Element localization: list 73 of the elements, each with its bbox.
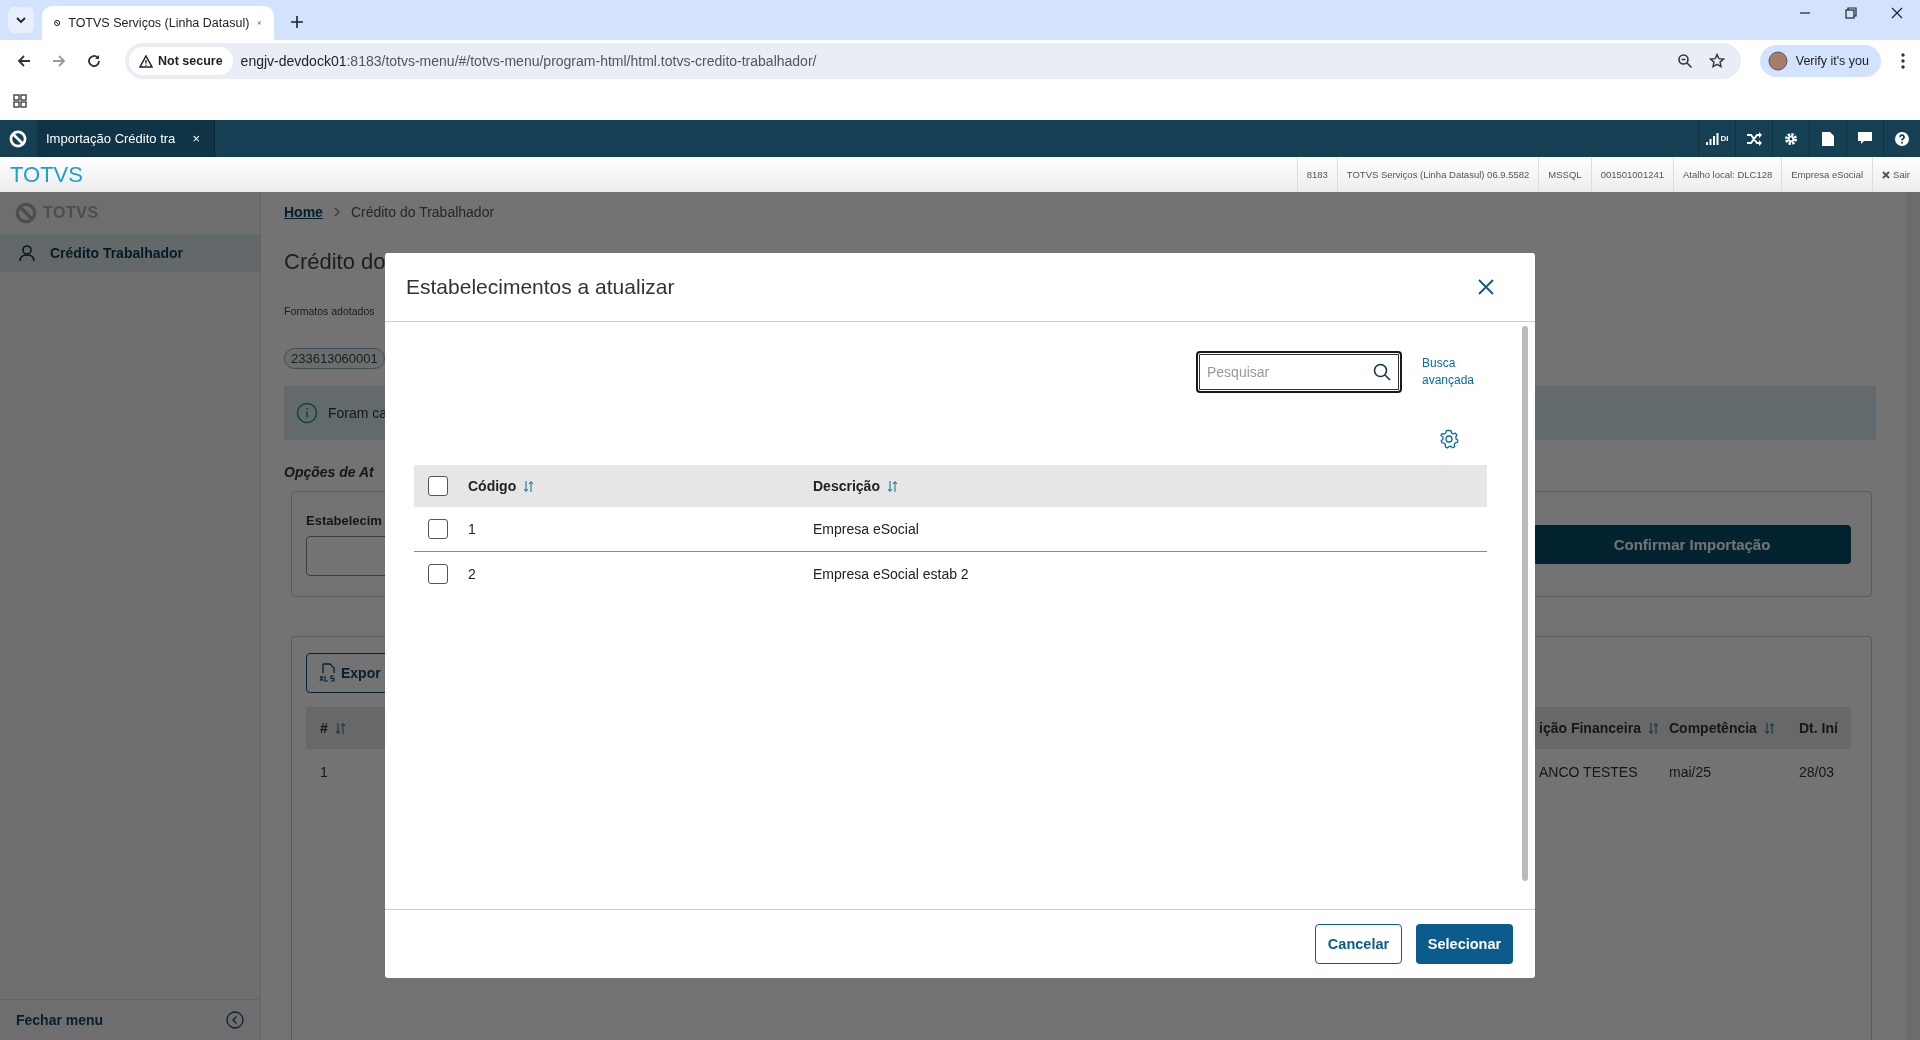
- settings-icon[interactable]: [1439, 429, 1459, 449]
- plus-icon[interactable]: [290, 15, 304, 29]
- table-cell: Empresa eSocial estab 2: [813, 566, 969, 582]
- select-button[interactable]: Selecionar: [1416, 924, 1513, 964]
- collapse-icon[interactable]: [226, 1011, 244, 1029]
- table-cell-text: 2: [468, 566, 477, 582]
- column-header[interactable]: Descrição: [813, 478, 897, 494]
- kebab-menu-icon[interactable]: [1900, 52, 1906, 70]
- person-icon: [18, 244, 36, 262]
- settings-icon: [1784, 131, 1798, 146]
- table-cell-text: 1: [468, 521, 477, 537]
- formats-note: Formatos adotados: [284, 305, 375, 317]
- signal-icon: [1705, 132, 1719, 145]
- info-icon: [296, 402, 318, 424]
- url-text: engjv-devdock01:8183/totvs-menu/#/totvs-menu/program-html/html.totvs-credito-trabalhador/: [240, 53, 817, 69]
- chevron-down-icon: [15, 14, 27, 26]
- column-header[interactable]: Código: [468, 478, 813, 494]
- field-label: Estabelecim: [306, 512, 383, 528]
- security-chip[interactable]: Not secure: [129, 47, 233, 75]
- warning-icon: [139, 54, 153, 68]
- forward-icon[interactable]: [51, 53, 67, 69]
- sort-icon: [1648, 722, 1658, 734]
- advanced-search-link[interactable]: Busca avançada: [1422, 355, 1482, 389]
- sort-icon: [887, 480, 897, 492]
- row-checkbox[interactable]: [428, 564, 448, 584]
- scrollbar[interactable]: [1522, 326, 1528, 881]
- breadcrumb-link[interactable]: Home: [284, 204, 323, 220]
- reload-icon[interactable]: [86, 53, 102, 69]
- brand-name: TOTVS: [9, 161, 83, 188]
- close-icon[interactable]: [1478, 279, 1494, 295]
- browser-tab[interactable]: TOTVS Serviços (Linha Datasul): [42, 6, 274, 40]
- tab-title: TOTVS Serviços (Linha Datasul): [68, 16, 250, 30]
- profile-button[interactable]: Verify it's you: [1759, 45, 1881, 77]
- avatar-icon: [1767, 51, 1788, 71]
- program-tab[interactable]: Importação Crédito tra ×: [37, 120, 215, 157]
- section-title: Opções de At: [284, 464, 374, 480]
- table-cell: 1: [320, 764, 328, 780]
- chip: 233613060001: [284, 348, 385, 369]
- close-icon[interactable]: [1891, 7, 1903, 19]
- xls-file-icon: [319, 663, 337, 683]
- sort-icon: [524, 480, 534, 492]
- sort-icon: [1764, 722, 1774, 734]
- close-icon: [1882, 170, 1891, 179]
- back-icon[interactable]: [16, 53, 32, 69]
- apps-grid-icon[interactable]: [13, 94, 27, 108]
- search-icon[interactable]: [1373, 363, 1391, 381]
- logo-icon: [9, 129, 27, 148]
- shuffle-icon: [1746, 131, 1762, 146]
- close-tab-button[interactable]: ×: [192, 131, 200, 146]
- restore-icon[interactable]: [1845, 7, 1857, 19]
- table-cell-text: mai/25: [1669, 764, 1713, 780]
- zoom-icon[interactable]: [1676, 53, 1693, 69]
- table-cell: Empresa eSocial: [813, 521, 919, 537]
- table-cell-text: 28/03: [1799, 764, 1836, 780]
- star-icon[interactable]: [1708, 53, 1725, 69]
- tab-list-button[interactable]: [8, 7, 34, 33]
- modal-title: Estabelecimentos a atualizar: [406, 275, 675, 299]
- select-all-checkbox[interactable]: [428, 476, 448, 496]
- logo-icon: [15, 202, 37, 224]
- breadcrumb-current: Crédito do Trabalhador: [350, 204, 495, 220]
- search-field[interactable]: Pesquisar: [1196, 351, 1402, 393]
- cancel-button[interactable]: Cancelar: [1315, 924, 1402, 964]
- help-icon: [1895, 131, 1909, 146]
- scrollbar[interactable]: [1906, 192, 1920, 1040]
- document-icon: [1822, 131, 1834, 146]
- table-cell-text: ANCO TESTES: [1539, 764, 1639, 780]
- page-title: Crédito do: [284, 249, 386, 275]
- sort-icon: [335, 722, 345, 734]
- chevron-right-icon: [332, 207, 341, 217]
- row-checkbox[interactable]: [428, 519, 448, 539]
- chat-icon: [1858, 132, 1872, 145]
- address-bar[interactable]: Not secure engjv-devdock01:8183/totvs-menu/#/totvs-menu/program-html/html.totvs-credito-trabalhador/: [125, 43, 1741, 79]
- program-tab-title: Importação Crédito tra: [46, 131, 176, 146]
